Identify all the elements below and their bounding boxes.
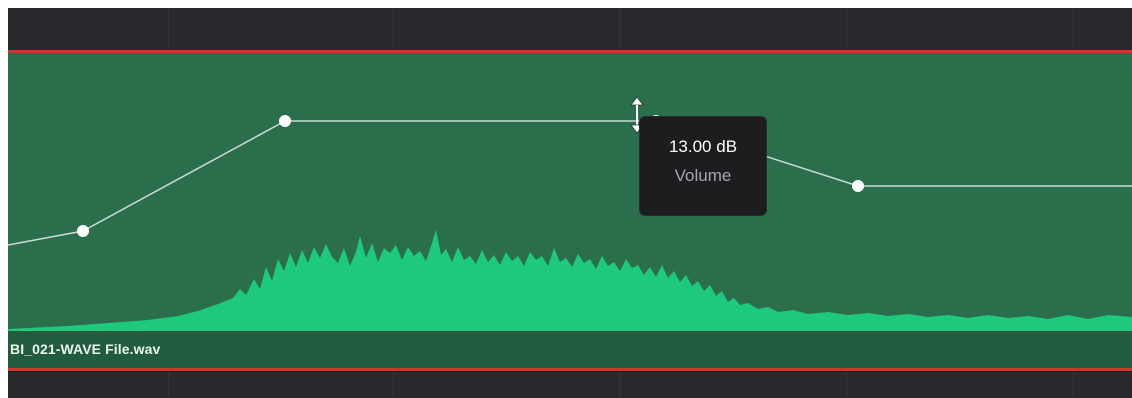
grid-line bbox=[393, 372, 394, 398]
upper-track-row[interactable] bbox=[8, 8, 1132, 50]
lower-track-row[interactable] bbox=[8, 372, 1132, 398]
keyframe-dot-icon bbox=[279, 115, 291, 127]
grid-line bbox=[168, 372, 169, 398]
grid-line bbox=[168, 8, 169, 50]
clip-name-bar: BI_021-WAVE File.wav bbox=[8, 331, 1132, 368]
keyframe-dot-icon bbox=[852, 180, 864, 192]
track-border-bottom bbox=[8, 368, 1132, 371]
tooltip-value: 13.00 dB bbox=[668, 137, 738, 156]
grid-line bbox=[846, 8, 847, 50]
tooltip-label: Volume bbox=[674, 166, 732, 185]
clip-graphics bbox=[8, 115, 1132, 331]
timeline: BI_021-WAVE File.wav 13.00 dB Volume bbox=[8, 8, 1132, 398]
grid-line bbox=[393, 8, 394, 50]
grid-line bbox=[620, 8, 621, 50]
grid-line bbox=[846, 372, 847, 398]
volume-tooltip: 13.00 dB Volume bbox=[639, 116, 767, 216]
grid-line bbox=[620, 372, 621, 398]
audio-clip[interactable]: BI_021-WAVE File.wav bbox=[8, 53, 1132, 368]
grid-line bbox=[1073, 8, 1074, 50]
audio-waveform bbox=[8, 230, 1132, 331]
clip-name-label: BI_021-WAVE File.wav bbox=[10, 341, 161, 357]
keyframe-dot-icon bbox=[77, 225, 89, 237]
grid-line bbox=[1073, 372, 1074, 398]
volume-automation-line bbox=[8, 120, 1132, 246]
